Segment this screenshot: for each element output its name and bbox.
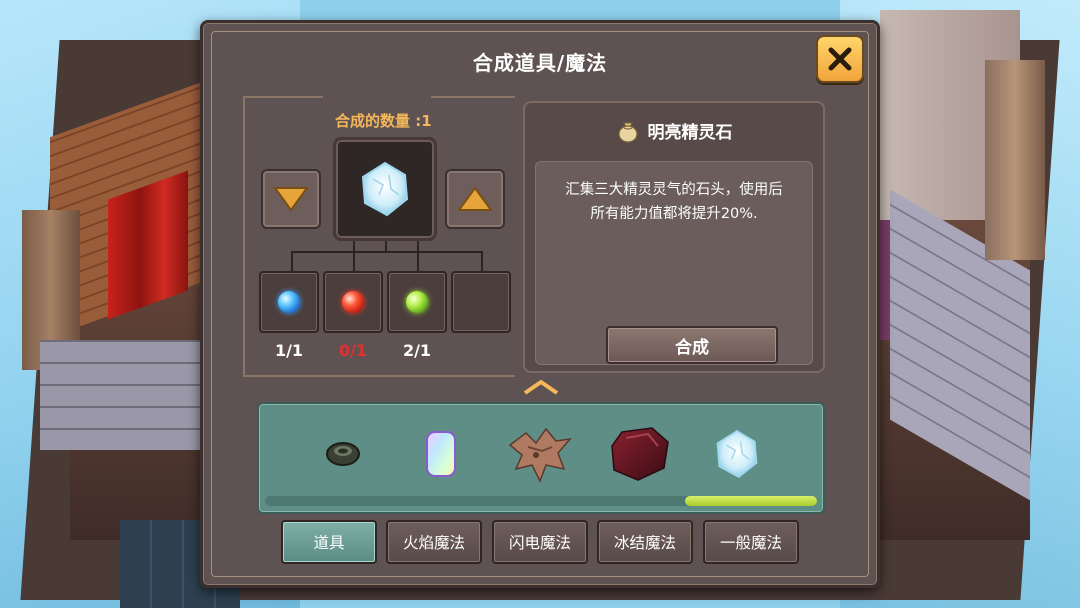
item-description-box: 汇集三大精灵灵气的石头，使用后 所有能力值都将提升20%. 合成 — [535, 161, 813, 365]
close-button[interactable] — [816, 35, 864, 83]
inventory-item-3[interactable] — [505, 424, 575, 484]
ice-crystal-icon — [361, 161, 409, 217]
ingredient-slot-2[interactable] — [323, 271, 383, 333]
ingredient-slot-3[interactable] — [387, 271, 447, 333]
tab-fire-magic[interactable]: 火焰魔法 — [386, 520, 482, 564]
tab-ice-magic[interactable]: 冰结魔法 — [597, 520, 693, 564]
pouch-icon — [617, 122, 638, 143]
inventory-item-2[interactable] — [411, 424, 471, 484]
blue-orb-icon — [278, 291, 300, 313]
tab-items[interactable]: 道具 — [281, 520, 377, 564]
dark-red-stone-icon — [611, 427, 669, 481]
craft-button[interactable]: 合成 — [606, 326, 778, 364]
inventory-item-5[interactable] — [707, 424, 767, 484]
rainbow-crystal-icon — [426, 431, 456, 477]
craft-quantity-label: 合成的数量 :1 — [335, 112, 432, 130]
ingredient-slot-1[interactable] — [259, 271, 319, 333]
ingredient-count-3: 2/1 — [402, 341, 432, 360]
triangle-up-icon — [457, 186, 493, 211]
chevron-up-icon[interactable] — [521, 377, 561, 397]
inventory-item-1[interactable] — [313, 424, 373, 484]
item-info-panel: 明亮精灵石 汇集三大精灵灵气的石头，使用后 所有能力值都将提升20%. 合成 — [523, 101, 825, 373]
decrease-quantity-button[interactable] — [261, 169, 321, 229]
ingredient-slot-empty[interactable] — [451, 271, 511, 333]
craft-dialog: 合成道具/魔法 合成的数量 :1 1/1 0/1 2/1 明亮精灵石 汇集三大精… — [200, 20, 880, 588]
item-name: 明亮精灵石 — [647, 123, 733, 143]
inventory-scrollbar[interactable] — [265, 496, 817, 506]
craft-result-slot — [333, 137, 437, 241]
dialog-title: 合成道具/魔法 — [472, 51, 608, 75]
ingredient-count-1: 1/1 — [274, 341, 304, 360]
triangle-down-icon — [273, 187, 309, 212]
inventory-item-4[interactable] — [605, 424, 675, 484]
close-x-icon — [828, 47, 852, 71]
tab-general-magic[interactable]: 一般魔法 — [703, 520, 799, 564]
ingredient-count-2: 0/1 — [338, 341, 368, 360]
tab-lightning-magic[interactable]: 闪电魔法 — [492, 520, 588, 564]
inventory-scroll-thumb[interactable] — [685, 496, 817, 506]
ice-crystal-icon — [716, 429, 758, 479]
dragon-fragment-icon — [508, 427, 572, 483]
red-orb-icon — [342, 291, 364, 313]
increase-quantity-button[interactable] — [445, 169, 505, 229]
inventory-strip[interactable] — [257, 402, 825, 514]
green-orb-icon — [406, 291, 428, 313]
dark-ring-icon — [326, 442, 360, 466]
item-description: 汇集三大精灵灵气的石头，使用后 所有能力值都将提升20%. — [565, 182, 783, 222]
